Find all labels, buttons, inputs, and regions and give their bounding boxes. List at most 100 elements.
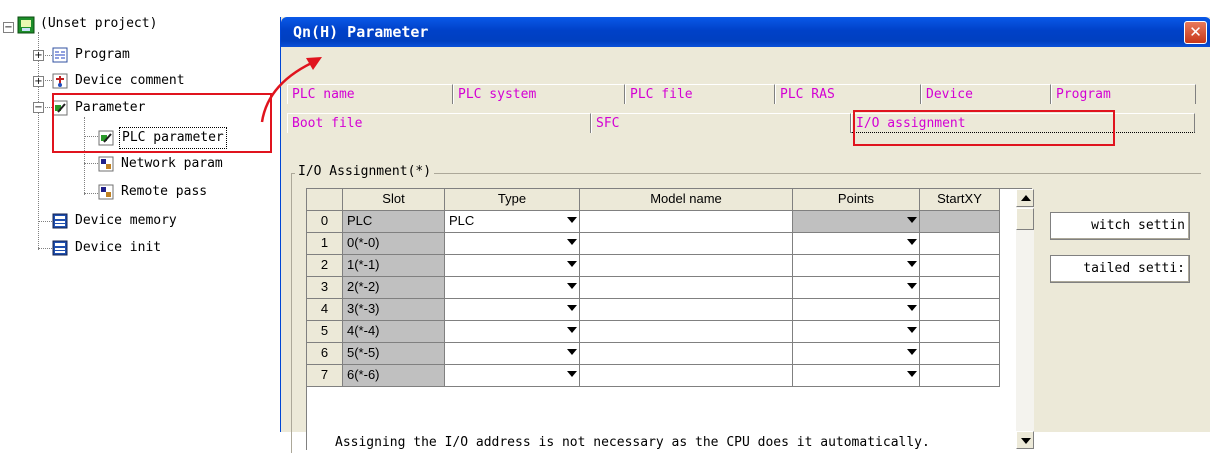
title-bar: Qn(H) Parameter ✕ xyxy=(281,17,1210,47)
tree-connector xyxy=(84,193,98,194)
startxy-input[interactable] xyxy=(920,211,1000,233)
type-select[interactable] xyxy=(445,255,580,277)
model-name-input[interactable] xyxy=(580,211,793,233)
tree-item-network-param[interactable]: Network param xyxy=(98,154,225,174)
slot-cell: 4(*-4) xyxy=(343,321,445,343)
type-value xyxy=(445,345,449,360)
model-name-input[interactable] xyxy=(580,233,793,255)
points-select[interactable] xyxy=(793,343,920,365)
type-select[interactable] xyxy=(445,299,580,321)
type-value xyxy=(445,257,449,272)
column-header[interactable]: StartXY xyxy=(920,189,1000,211)
slot-cell: 3(*-3) xyxy=(343,299,445,321)
tab-program[interactable]: Program xyxy=(1051,84,1196,104)
points-select[interactable] xyxy=(793,321,920,343)
column-header[interactable]: Type xyxy=(445,189,580,211)
type-select[interactable] xyxy=(445,277,580,299)
type-select[interactable]: PLC xyxy=(445,211,580,233)
scroll-thumb[interactable] xyxy=(1016,208,1034,230)
model-name-input[interactable] xyxy=(580,343,793,365)
chevron-down-icon xyxy=(567,261,577,267)
scroll-up-button[interactable] xyxy=(1016,189,1034,207)
tree-label: Remote pass xyxy=(121,184,208,199)
points-select[interactable] xyxy=(793,299,920,321)
io-assignment-grid: Slot Type Model name Points StartXY 0 PLC… xyxy=(306,188,1032,450)
chevron-down-icon xyxy=(567,305,577,311)
row-number: 4 xyxy=(307,299,343,321)
row-number: 7 xyxy=(307,365,343,387)
startxy-input[interactable] xyxy=(920,299,1000,321)
row-number: 3 xyxy=(307,277,343,299)
highlight-box xyxy=(853,110,1115,146)
tree-connector xyxy=(84,163,98,164)
grid-vertical-scrollbar[interactable] xyxy=(1016,189,1034,449)
row-number: 6 xyxy=(307,343,343,365)
tab-sfc[interactable]: SFC xyxy=(591,113,851,133)
model-name-input[interactable] xyxy=(580,321,793,343)
switch-setting-button[interactable]: witch settin xyxy=(1050,212,1190,240)
type-select[interactable] xyxy=(445,321,580,343)
tree-label: Device memory xyxy=(75,213,177,228)
startxy-input[interactable] xyxy=(920,343,1000,365)
points-select[interactable] xyxy=(793,233,920,255)
type-select[interactable] xyxy=(445,365,580,387)
scroll-down-button[interactable] xyxy=(1016,431,1034,449)
remote-pass-icon xyxy=(98,184,114,200)
slot-cell: 5(*-5) xyxy=(343,343,445,365)
slot-cell: PLC xyxy=(343,211,445,233)
points-select[interactable] xyxy=(793,211,920,233)
points-select[interactable] xyxy=(793,365,920,387)
red-annotation-arrow xyxy=(260,57,322,123)
tab-plc-system[interactable]: PLC system xyxy=(453,84,625,104)
chevron-down-icon xyxy=(907,283,917,289)
column-header[interactable]: Slot xyxy=(343,189,445,211)
chevron-down-icon xyxy=(907,261,917,267)
tree-label: Device init xyxy=(75,240,162,255)
chevron-down-icon xyxy=(907,327,917,333)
tree-item-remote-pass[interactable]: Remote pass xyxy=(98,182,209,202)
chevron-down-icon xyxy=(567,349,577,355)
model-name-input[interactable] xyxy=(580,365,793,387)
points-select[interactable] xyxy=(793,255,920,277)
device-memory-icon xyxy=(52,213,68,229)
type-select[interactable] xyxy=(445,233,580,255)
qn-parameter-dialog: Qn(H) Parameter ✕ PLC name PLC system PL… xyxy=(280,17,1210,453)
chevron-down-icon xyxy=(907,217,917,223)
tree-label: Network param xyxy=(121,156,223,171)
points-select[interactable] xyxy=(793,277,920,299)
startxy-input[interactable] xyxy=(920,277,1000,299)
startxy-input[interactable] xyxy=(920,365,1000,387)
tab-boot-file[interactable]: Boot file xyxy=(287,113,591,133)
type-select[interactable] xyxy=(445,343,580,365)
chevron-down-icon xyxy=(567,217,577,223)
chevron-down-icon xyxy=(567,283,577,289)
tab-device[interactable]: Device xyxy=(921,84,1051,104)
startxy-input[interactable] xyxy=(920,255,1000,277)
slot-cell: 0(*-0) xyxy=(343,233,445,255)
type-value xyxy=(445,301,449,316)
row-number: 0 xyxy=(307,211,343,233)
chevron-down-icon xyxy=(907,305,917,311)
startxy-input[interactable] xyxy=(920,321,1000,343)
device-init-icon xyxy=(52,240,68,256)
type-value xyxy=(445,367,449,382)
startxy-input[interactable] xyxy=(920,233,1000,255)
tab-plc-ras[interactable]: PLC RAS xyxy=(775,84,921,104)
column-header[interactable]: Model name xyxy=(580,189,793,211)
chevron-down-icon xyxy=(907,239,917,245)
row-number: 1 xyxy=(307,233,343,255)
model-name-input[interactable] xyxy=(580,255,793,277)
model-name-input[interactable] xyxy=(580,277,793,299)
column-header[interactable]: Points xyxy=(793,189,920,211)
model-name-input[interactable] xyxy=(580,299,793,321)
tree-item-device-memory[interactable]: Device memory xyxy=(52,211,179,231)
detailed-setting-button[interactable]: tailed setti: xyxy=(1050,255,1190,283)
type-value: PLC xyxy=(449,213,475,228)
close-button[interactable]: ✕ xyxy=(1184,21,1207,44)
grid-corner xyxy=(307,189,343,211)
tree-connector xyxy=(38,248,52,249)
tree-item-device-init[interactable]: Device init xyxy=(52,238,163,258)
tab-plc-file[interactable]: PLC file xyxy=(625,84,775,104)
row-number: 2 xyxy=(307,255,343,277)
chevron-down-icon xyxy=(907,349,917,355)
